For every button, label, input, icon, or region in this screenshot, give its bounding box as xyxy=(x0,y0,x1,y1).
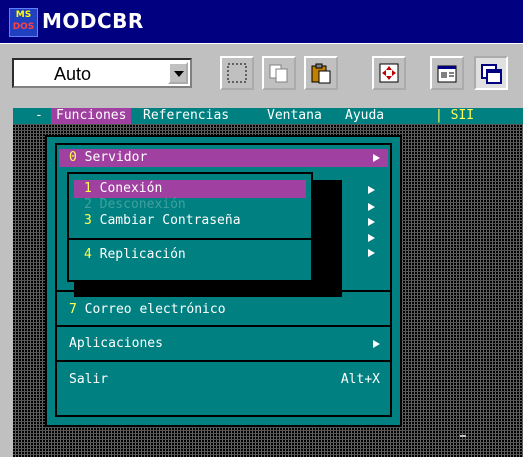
mark-button[interactable] xyxy=(220,56,254,90)
menu-funciones[interactable]: Funciones xyxy=(51,108,132,124)
background-button[interactable] xyxy=(474,56,508,90)
menu-item-salir[interactable]: Salir Alt+X xyxy=(59,371,388,389)
window-title: MODCBR xyxy=(42,9,144,33)
menu-item-aplicaciones[interactable]: Aplicaciones xyxy=(59,335,388,353)
properties-icon xyxy=(437,65,457,83)
menu-ayuda[interactable]: Ayuda xyxy=(345,108,384,124)
menu-item-cambiar-contrasena[interactable]: 3 Cambiar Contraseña xyxy=(74,212,306,230)
fullscreen-icon xyxy=(379,63,399,83)
background-icon xyxy=(481,64,502,84)
text-cursor xyxy=(460,435,466,437)
properties-button[interactable] xyxy=(430,56,464,90)
menu-referencias[interactable]: Referencias xyxy=(143,108,229,124)
paste-icon xyxy=(311,63,331,84)
chevron-right-icon xyxy=(373,154,380,162)
status-text: | SII xyxy=(435,108,475,123)
copy-button[interactable] xyxy=(262,56,296,90)
dos-menubar: - Funciones Referencias Ventana Ayuda | … xyxy=(13,108,523,124)
menu-item-correo[interactable]: 7 Correo electrónico xyxy=(59,301,388,319)
chevron-right-icon xyxy=(368,186,515,194)
chevron-right-icon xyxy=(368,249,515,257)
title-bar[interactable]: MS DOS MODCBR xyxy=(0,0,523,43)
dropdown-arrow-icon[interactable] xyxy=(168,62,188,84)
font-size-select[interactable]: Auto xyxy=(12,58,192,88)
menu-ventana[interactable]: Ventana xyxy=(267,108,322,124)
font-size-value: Auto xyxy=(54,64,92,84)
chevron-right-icon xyxy=(368,218,515,226)
toolbar: Auto xyxy=(0,43,523,108)
copy-icon xyxy=(269,64,288,83)
chevron-right-icon xyxy=(368,234,515,242)
system-menu-dash[interactable]: - xyxy=(35,108,43,124)
menu-divider xyxy=(57,325,390,327)
chevron-right-icon xyxy=(373,340,380,348)
chevron-right-icon xyxy=(368,203,515,211)
msdos-logo-icon: MS DOS xyxy=(9,8,38,37)
menu-item-replicacion[interactable]: 4 Replicación xyxy=(74,246,306,264)
shortcut-label: Alt+X xyxy=(340,372,380,387)
mark-icon xyxy=(227,63,247,83)
menu-item-servidor[interactable]: 0 Servidor xyxy=(59,149,388,167)
menu-divider xyxy=(69,238,311,240)
fullscreen-button[interactable] xyxy=(372,56,406,90)
paste-button[interactable] xyxy=(304,56,338,90)
menu-divider xyxy=(57,360,390,362)
servidor-submenu: 1 Conexión 2 Desconexión 3 Cambiar Contr… xyxy=(67,172,313,282)
